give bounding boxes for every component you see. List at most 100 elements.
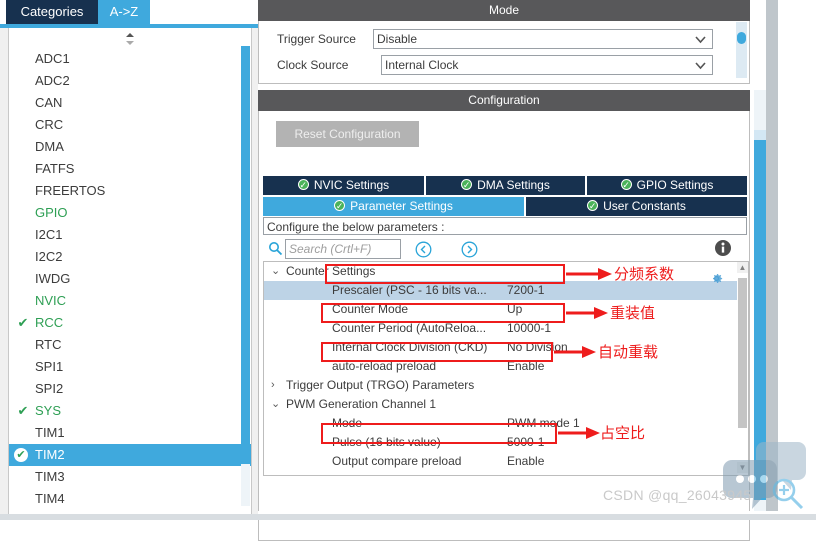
check-circle-icon: ✓	[334, 200, 346, 211]
tree-param-label: Counter Period (AutoReloa...	[332, 321, 487, 335]
tree-param-row[interactable]: Counter Mode Up	[264, 300, 748, 319]
sidebar-scrollbar-thumb[interactable]	[241, 46, 250, 464]
trigger-source-select[interactable]: Disable	[373, 29, 713, 49]
clock-source-select[interactable]: Internal Clock	[381, 55, 713, 75]
sidebar-item-tim2[interactable]: ✔ TIM2	[9, 444, 251, 466]
check-circle-icon: ✔	[14, 448, 28, 462]
scroll-updown-icon[interactable]	[122, 32, 138, 46]
scroll-up-icon[interactable]: ▲	[737, 262, 748, 273]
tree-param-row[interactable]: Counter Period (AutoReloa... 10000-1	[264, 319, 748, 338]
sidebar-item-label: I2C1	[35, 227, 63, 242]
sidebar-item-crc[interactable]: CRC	[9, 114, 251, 136]
mode-scrollbar-thumb[interactable]	[737, 32, 746, 44]
tree-param-row[interactable]: Output compare preload Enable	[264, 452, 748, 471]
tab-a-to-z[interactable]: A->Z	[98, 0, 150, 24]
tree-param-value[interactable]: 5000-1	[507, 433, 544, 452]
scroll-down-icon[interactable]: ▼	[737, 462, 748, 473]
sidebar-item-rcc[interactable]: ✔ RCC	[9, 312, 251, 334]
configuration-tabs-row-1: ✓ NVIC Settings ✓ DMA Settings ✓ GPIO Setti…	[263, 176, 747, 195]
tab-categories[interactable]: Categories	[6, 0, 98, 24]
peripheral-items: ADC1 ADC2 CAN CRC DMA FATFS FREERTOS GPIO I2C1 I2…	[9, 48, 251, 514]
sidebar-item-label: TIM3	[35, 469, 65, 484]
sidebar-item-sys[interactable]: ✔ SYS	[9, 400, 251, 422]
tree-param-value[interactable]: 10000-1	[507, 319, 551, 338]
tree-group-row[interactable]: ⌄ Counter Settings	[264, 262, 748, 281]
sidebar-item-label: TIM2	[35, 447, 65, 462]
sidebar-item-tim3[interactable]: TIM3	[9, 466, 251, 488]
sidebar-item-i2c2[interactable]: I2C2	[9, 246, 251, 268]
search-input[interactable]: Search (Crtl+F)	[285, 239, 401, 259]
chevron-down-icon[interactable]: ⌄	[271, 395, 283, 414]
tree-param-value[interactable]: Up	[507, 300, 522, 319]
check-circle-icon: ✓	[461, 179, 473, 190]
sidebar-item-fatfs[interactable]: FATFS	[9, 158, 251, 180]
configuration-section-title: Configuration	[258, 90, 750, 111]
sidebar-item-nvic[interactable]: NVIC	[9, 290, 251, 312]
sidebar-item-spi2[interactable]: SPI2	[9, 378, 251, 400]
tree-param-value[interactable]: No Division	[507, 338, 568, 357]
parameter-tree-scrollbar[interactable]: ▲ ▼	[737, 262, 748, 473]
gear-icon[interactable]	[709, 271, 724, 286]
panel-right-gutter	[766, 0, 778, 520]
sidebar-item-gpio[interactable]: GPIO	[9, 202, 251, 224]
mode-section: Mode Trigger Source Disable Clock Source…	[258, 0, 750, 84]
tree-param-row[interactable]: auto-reload preload Enable	[264, 357, 748, 376]
mode-section-title: Mode	[258, 0, 750, 21]
sidebar-item-label: ADC2	[35, 73, 70, 88]
tree-param-row[interactable]: Mode PWM mode 1	[264, 414, 748, 433]
sidebar-item-adc2[interactable]: ADC2	[9, 70, 251, 92]
reset-configuration-button[interactable]: Reset Configuration	[276, 121, 419, 147]
sidebar-item-adc1[interactable]: ADC1	[9, 48, 251, 70]
tree-param-label: Mode	[332, 416, 363, 430]
mode-bottom-border	[258, 83, 750, 84]
tab-nvic-settings[interactable]: ✓ NVIC Settings	[263, 176, 424, 195]
tab-dma-settings[interactable]: ✓ DMA Settings	[426, 176, 585, 195]
tree-group-row[interactable]: › Trigger Output (TRGO) Parameters	[264, 376, 748, 395]
sidebar-item-dma[interactable]: DMA	[9, 136, 251, 158]
tree-param-row[interactable]: Fast Mode Disable	[264, 471, 748, 475]
list-bottom-mask	[9, 506, 251, 514]
tree-param-value[interactable]: 7200-1	[507, 281, 544, 300]
parameter-tree-scrollbar-thumb[interactable]	[738, 278, 747, 428]
sidebar-item-tim1[interactable]: TIM1	[9, 422, 251, 444]
tree-group-label: Trigger Output (TRGO) Parameters	[286, 378, 475, 392]
info-icon[interactable]	[714, 239, 732, 257]
tree-param-value[interactable]: Enable	[507, 357, 544, 376]
sidebar-item-rtc[interactable]: RTC	[9, 334, 251, 356]
tree-param-value[interactable]: Enable	[507, 452, 544, 471]
sidebar-item-iwdg[interactable]: IWDG	[9, 268, 251, 290]
sidebar-item-label: RTC	[35, 337, 62, 352]
tab-user-constants[interactable]: ✓ User Constants	[526, 197, 747, 216]
sidebar-item-label: ADC1	[35, 51, 70, 66]
sidebar-item-freertos[interactable]: FREERTOS	[9, 180, 251, 202]
panel-scrollbar[interactable]	[754, 90, 766, 520]
search-prev-button[interactable]	[415, 241, 432, 258]
mode-body: Trigger Source Disable Clock Source Inte…	[258, 21, 750, 83]
sidebar-item-label: SPI2	[35, 381, 64, 396]
panel-scrollbar-cap	[754, 130, 766, 140]
tab-gpio-settings[interactable]: ✓ GPIO Settings	[587, 176, 747, 195]
sidebar-item-can[interactable]: CAN	[9, 92, 251, 114]
tab-parameter-settings[interactable]: ✓ Parameter Settings	[263, 197, 524, 216]
sidebar-item-i2c1[interactable]: I2C1	[9, 224, 251, 246]
mode-scrollbar[interactable]	[736, 22, 747, 78]
search-icon	[268, 241, 283, 256]
sidebar-item-label: IWDG	[35, 271, 71, 286]
tree-param-value[interactable]: Disable	[507, 471, 547, 475]
tree-group-row[interactable]: ⌄ PWM Generation Channel 1	[264, 395, 748, 414]
sidebar-item-spi1[interactable]: SPI1	[9, 356, 251, 378]
chevron-right-icon[interactable]: ›	[271, 376, 283, 395]
chevron-down-icon	[694, 59, 707, 72]
chevron-down-icon[interactable]: ⌄	[271, 262, 283, 281]
configuration-body: Reset Configuration ✓ NVIC Settings ✓ DMA …	[258, 111, 750, 541]
tab-dma-settings-label: DMA Settings	[477, 178, 550, 192]
panel-scrollbar-thumb[interactable]	[754, 140, 766, 500]
search-next-button[interactable]	[461, 241, 478, 258]
tree-param-row[interactable]: Pulse (16 bits value) 5000-1	[264, 433, 748, 452]
tree-param-value[interactable]: PWM mode 1	[507, 414, 580, 433]
tree-param-row[interactable]: Prescaler (PSC - 16 bits va... 7200-1	[264, 281, 748, 300]
tree-group-label: Counter Settings	[286, 264, 376, 278]
configuration-tabs-row-2: ✓ Parameter Settings ✓ User Constants	[263, 197, 747, 216]
tree-param-row[interactable]: Internal Clock Division (CKD) No Division	[264, 338, 748, 357]
sidebar-scrollbar[interactable]	[241, 46, 250, 512]
